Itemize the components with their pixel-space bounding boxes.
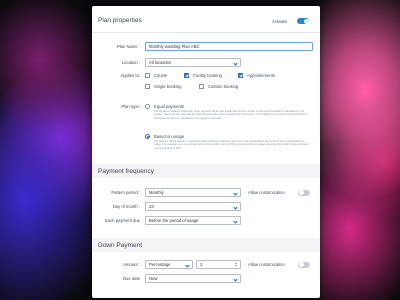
plan-panel: Plan properties Activate Plan Name : Mon… xyxy=(92,6,320,298)
location-value: All locations xyxy=(149,60,172,65)
due-date-label: Due date xyxy=(123,276,140,281)
pattern-period-value: Monthly xyxy=(149,190,164,195)
checkbox-course-label: Course xyxy=(154,73,168,78)
checkbox-facility-label: Facility booking xyxy=(193,73,222,78)
day-of-month-label: Day of month : xyxy=(112,204,140,209)
checkbox-custom-booking[interactable] xyxy=(199,83,204,89)
frequency-customization-toggle[interactable] xyxy=(298,189,310,196)
plan-name-label: Plan Name : xyxy=(116,44,140,49)
radio-usage-label: Based on usage xyxy=(154,134,185,139)
amount-value: 2 xyxy=(200,262,203,267)
location-select[interactable]: All locations xyxy=(145,58,241,67)
based-on-usage-description: The balance will be based in a specified… xyxy=(154,140,308,150)
chevron-down-icon xyxy=(233,190,238,196)
day-of-month-select[interactable]: 23 xyxy=(145,202,241,211)
checkbox-course[interactable] xyxy=(145,72,150,78)
pattern-period-select[interactable]: Monthly xyxy=(145,188,241,197)
checkbox-appointements[interactable] xyxy=(238,72,243,78)
applies-label: Applies to: xyxy=(120,73,140,78)
each-payment-due-select[interactable]: Before the period of usage xyxy=(145,216,241,225)
header-divider xyxy=(92,32,320,33)
each-payment-due-label: Each payment due xyxy=(105,218,140,223)
each-payment-due-value: Before the period of usage xyxy=(149,218,199,223)
amount-type-select[interactable]: Percentage xyxy=(145,260,193,269)
plan-name-input[interactable]: Monthly wedding Plan ABC xyxy=(145,42,313,51)
chevron-down-icon xyxy=(233,276,238,282)
stepper-up-icon[interactable] xyxy=(235,262,237,264)
chevron-down-icon xyxy=(233,60,238,66)
chevron-down-icon xyxy=(233,218,238,224)
checkbox-single-booking[interactable] xyxy=(145,83,150,89)
checkbox-custom-label: Custom booking xyxy=(208,84,239,89)
equal-payments-description: The remaining balance owed after down pa… xyxy=(154,110,308,120)
due-date-select[interactable]: Now xyxy=(145,274,241,283)
payment-frequency-title: Payment frequency xyxy=(98,168,155,175)
frequency-allow-customization-label: Allow customization xyxy=(248,190,285,195)
plan-properties-title: Plan properties xyxy=(98,17,142,24)
checkbox-facility-booking[interactable] xyxy=(184,72,189,78)
amount-label: Amount : xyxy=(123,262,140,267)
day-of-month-value: 23 xyxy=(149,204,154,209)
chevron-down-icon xyxy=(233,204,238,210)
down-customization-toggle[interactable] xyxy=(298,261,310,268)
amount-stepper[interactable]: 2 xyxy=(196,260,241,269)
radio-based-on-usage[interactable] xyxy=(145,133,150,139)
checkbox-appointements-label: Appointements xyxy=(247,73,275,78)
radio-equal-payments[interactable] xyxy=(145,103,150,109)
stepper-down-icon[interactable] xyxy=(235,265,237,267)
down-payment-title: Down Payment xyxy=(98,242,143,249)
pattern-period-label: Pattern period : xyxy=(111,190,140,195)
down-allow-customization-label: Allow customization xyxy=(248,262,285,267)
checkbox-single-label: Single booking xyxy=(154,84,182,89)
activate-label: Activate xyxy=(272,19,287,24)
due-date-value: Now xyxy=(149,276,158,281)
chevron-down-icon xyxy=(185,262,190,268)
location-label: Location : xyxy=(121,60,140,65)
radio-equal-label: Equal payments xyxy=(154,104,185,109)
amount-type-value: Percentage xyxy=(149,262,171,267)
plan-type-label: Plan type: xyxy=(121,104,140,109)
activate-toggle[interactable] xyxy=(297,18,309,24)
